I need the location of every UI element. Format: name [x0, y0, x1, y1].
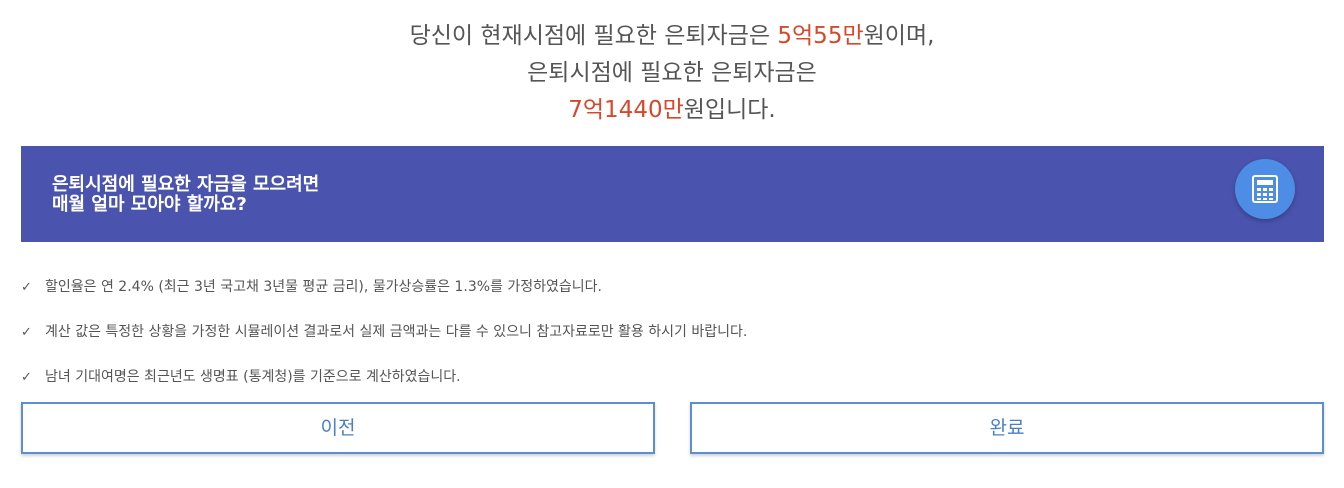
banner-line-2: 매월 얼마 모아야 할까요? — [52, 194, 247, 215]
calculator-button[interactable] — [1235, 159, 1295, 219]
calculator-icon — [1252, 175, 1278, 203]
result-line-1: 당신이 현재시점에 필요한 은퇴자금은 5억55만원이며, — [0, 18, 1344, 55]
note-item: ✓ 계산 값은 특정한 상황을 가정한 시뮬레이션 결과로서 실제 금액과는 다를… — [21, 322, 747, 342]
check-icon: ✓ — [21, 280, 32, 295]
result-line1-text: 당신이 현재시점에 필요한 은퇴자금은 — [409, 23, 778, 49]
banner-line-1: 은퇴시점에 필요한 자금을 모으려면 — [52, 174, 320, 195]
current-retirement-fund-amount: 5억55만 — [777, 23, 864, 49]
note-item: ✓ 할인율은 연 2.4% (최근 3년 국고채 3년물 평균 금리), 물가상승… — [21, 277, 602, 297]
result-line1-suffix: 원이며, — [863, 23, 935, 49]
result-line-3: 7억1440만원입니다. — [0, 92, 1344, 129]
banner-question: 은퇴시점에 필요한 자금을 모으려면 매월 얼마 모아야 할까요? — [52, 175, 319, 215]
previous-button[interactable]: 이전 — [21, 402, 655, 454]
note-text: 할인율은 연 2.4% (최근 3년 국고채 3년물 평균 금리), 물가상승률… — [45, 279, 603, 295]
complete-button[interactable]: 완료 — [690, 402, 1324, 454]
note-item: ✓ 남녀 기대여명은 최근년도 생명표 (통계청)를 기준으로 계산하였습니다. — [21, 367, 461, 387]
result-line-2: 은퇴시점에 필요한 은퇴자금은 — [527, 60, 817, 86]
note-text: 남녀 기대여명은 최근년도 생명표 (통계청)를 기준으로 계산하였습니다. — [45, 369, 461, 385]
result-summary: 당신이 현재시점에 필요한 은퇴자금은 5억55만원이며, 은퇴시점에 필요한 … — [0, 18, 1344, 129]
future-retirement-fund-amount: 7억1440만 — [568, 97, 684, 123]
monthly-savings-banner: 은퇴시점에 필요한 자금을 모으려면 매월 얼마 모아야 할까요? — [21, 146, 1324, 242]
note-text: 계산 값은 특정한 상황을 가정한 시뮬레이션 결과로서 실제 금액과는 다를 … — [45, 324, 748, 340]
check-icon: ✓ — [21, 370, 32, 385]
result-line3-suffix: 원입니다. — [683, 97, 776, 123]
check-icon: ✓ — [21, 325, 32, 340]
